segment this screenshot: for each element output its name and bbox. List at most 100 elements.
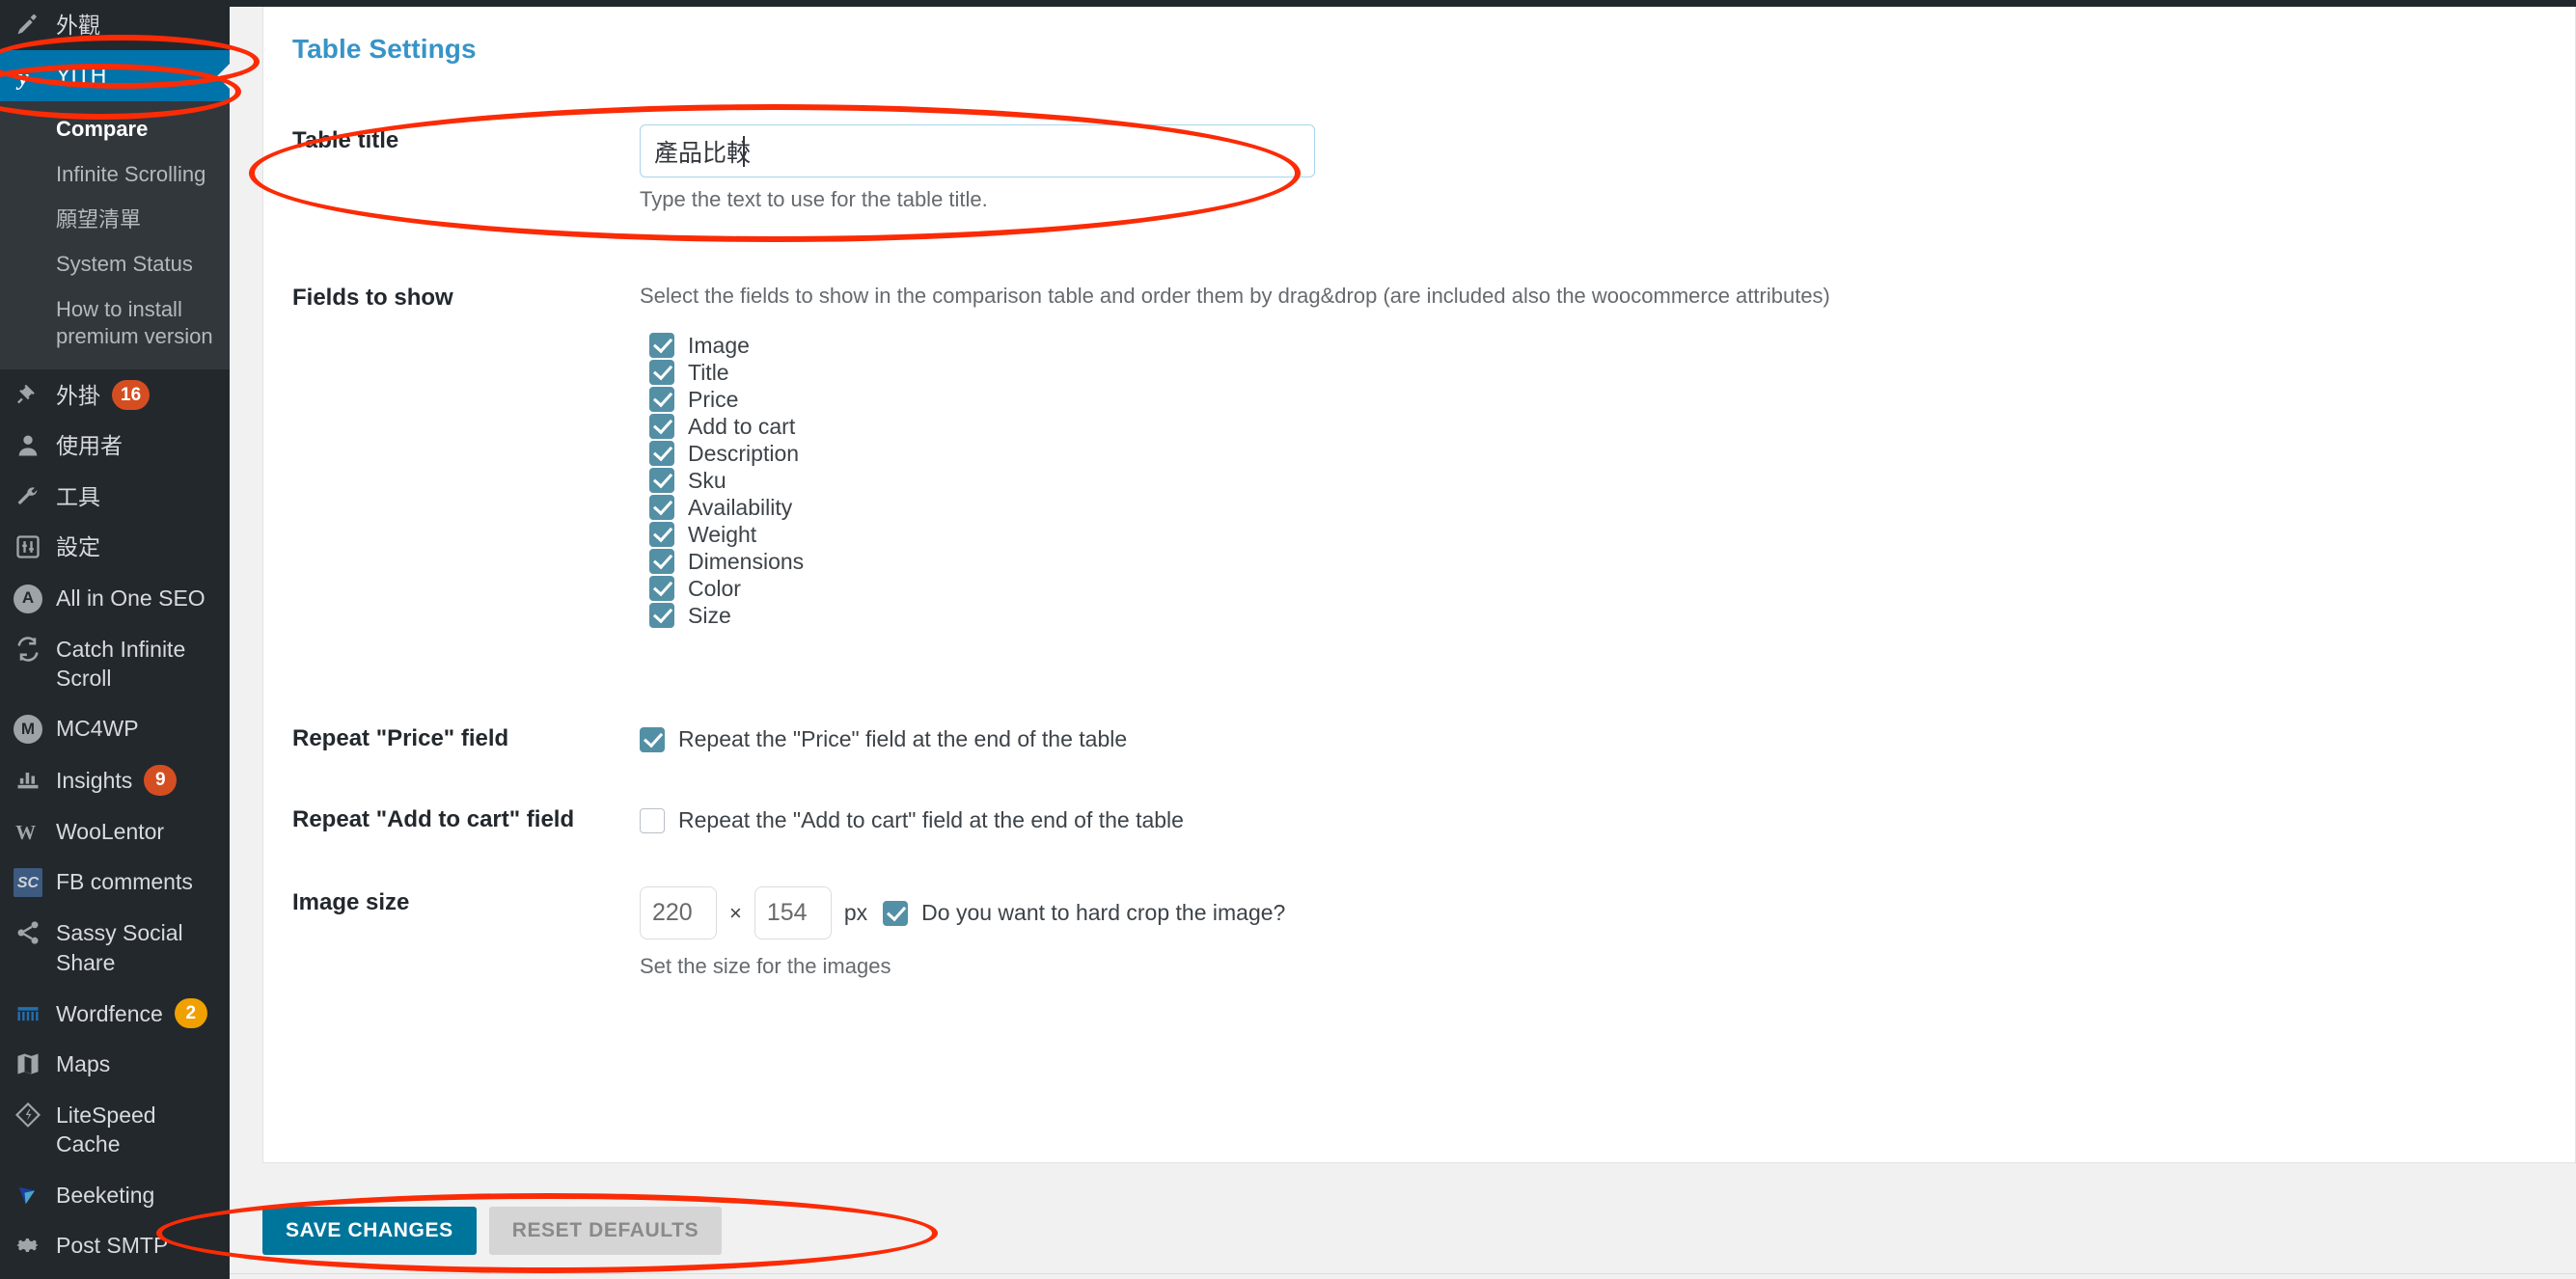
hard-crop-label: Do you want to hard crop the image? (921, 900, 1286, 925)
setting-row-fields-to-show: Fields to show Select the fields to show… (263, 282, 2575, 629)
sidebar-item-label: FB comments (56, 869, 193, 895)
repeat-price-option[interactable]: Repeat the "Price" field at the end of t… (640, 722, 2575, 752)
sidebar-item-mc4wp[interactable]: M MC4WP (0, 703, 230, 754)
submenu-item-label: 願望清單 (56, 206, 142, 231)
sidebar-item-maps[interactable]: Maps (0, 1039, 230, 1089)
sidebar-item-label: Insights (56, 768, 133, 794)
reset-defaults-button[interactable]: RESET DEFAULTS (488, 1207, 723, 1255)
settings-panel: Table Settings Table title Type the text… (262, 7, 2576, 1163)
sidebar-item-insights[interactable]: Insights 9 (0, 754, 230, 806)
checkbox-hard-crop[interactable] (883, 900, 909, 926)
refresh-cycle-icon (0, 635, 56, 663)
sidebar-item-sassy-social-share[interactable]: Sassy Social Share (0, 908, 230, 988)
insights-badge: 9 (144, 765, 178, 796)
list-item-label: Add to cart (688, 413, 796, 439)
setting-row-table-title: Table title Type the text to use for the… (263, 124, 2575, 212)
sidebar-item-label: YITH (56, 63, 107, 89)
checkbox-color[interactable] (649, 576, 674, 601)
settings-sliders-icon (0, 532, 56, 560)
maps-icon (0, 1049, 56, 1077)
list-item[interactable]: Sku (649, 467, 2575, 494)
checkbox-repeat-price[interactable] (640, 726, 665, 752)
list-item[interactable]: Image (649, 332, 2575, 359)
sidebar-item-label: 工具 (56, 483, 100, 509)
checkbox-dimensions[interactable] (649, 549, 674, 574)
repeat-price-checkbox-label: Repeat the "Price" field at the end of t… (678, 726, 1128, 751)
list-item[interactable]: Size (649, 602, 2575, 629)
checkbox-price[interactable] (649, 387, 674, 412)
sidebar-item-yith[interactable]: y YITH (0, 50, 230, 102)
fb-comments-sc-icon: SC (0, 867, 56, 898)
post-smtp-gear-icon (0, 1231, 56, 1259)
sidebar-item-tools[interactable]: 工具 (0, 472, 230, 522)
footer-button-bar: SAVE CHANGES RESET DEFAULTS (262, 1207, 723, 1255)
sidebar-item-users[interactable]: 使用者 (0, 421, 230, 471)
checkbox-image[interactable] (649, 333, 674, 358)
sidebar-item-beeketing[interactable]: Beeketing (0, 1170, 230, 1220)
table-title-label: Table title (292, 127, 399, 153)
save-changes-button[interactable]: SAVE CHANGES (262, 1207, 477, 1255)
sidebar-item-plugins[interactable]: 外掛 16 (0, 369, 230, 422)
sidebar-item-all-in-one-seo[interactable]: A All in One SEO (0, 573, 230, 624)
repeat-add-to-cart-option[interactable]: Repeat the "Add to cart" field at the en… (640, 803, 2575, 833)
sidebar-item-litespeed-cache[interactable]: LiteSpeed Cache (0, 1090, 230, 1170)
sidebar-item-settings[interactable]: 設定 (0, 522, 230, 572)
setting-row-repeat-add-to-cart: Repeat "Add to cart" field Repeat the "A… (263, 803, 2575, 833)
checkbox-description[interactable] (649, 441, 674, 466)
yith-submenu: Compare Infinite Scrolling 願望清單 System S… (0, 101, 230, 369)
sidebar-item-label: LiteSpeed Cache (56, 1102, 156, 1157)
setting-row-repeat-price: Repeat "Price" field Repeat the "Price" … (263, 722, 2575, 752)
image-size-label: Image size (292, 889, 410, 915)
list-item[interactable]: Price (649, 386, 2575, 413)
list-item-label: Description (688, 440, 800, 466)
checkbox-weight[interactable] (649, 522, 674, 547)
list-item-label: Sku (688, 467, 726, 493)
checkbox-availability[interactable] (649, 495, 674, 520)
sidebar-item-label: Catch Infinite Scroll (56, 636, 186, 691)
list-item[interactable]: Color (649, 575, 2575, 602)
footer-divider (230, 1273, 2576, 1274)
sidebar-item-woolentor[interactable]: W WooLentor (0, 806, 230, 857)
table-title-input[interactable] (640, 124, 1315, 177)
sidebar-item-label: WooLentor (56, 818, 165, 844)
list-item[interactable]: Availability (649, 494, 2575, 521)
repeat-price-label: Repeat "Price" field (292, 725, 509, 751)
sidebar-item-fb-comments[interactable]: SC FB comments (0, 857, 230, 908)
svg-text:y: y (15, 66, 29, 91)
list-item[interactable]: Dimensions (649, 548, 2575, 575)
list-item[interactable]: Description (649, 440, 2575, 467)
sidebar-item-wordfence[interactable]: Wordfence 2 (0, 988, 230, 1040)
size-separator: × (729, 900, 742, 925)
sidebar-item-collapse-menu[interactable]: 收合選單 (0, 1270, 230, 1279)
sidebar-item-label: 外觀 (56, 13, 100, 38)
sidebar-item-catch-infinite-scroll[interactable]: Catch Infinite Scroll (0, 624, 230, 704)
submenu-item-label: Compare (56, 117, 149, 142)
sidebar-item-infinite-scrolling[interactable]: Infinite Scrolling (0, 152, 230, 198)
sidebar-item-system-status[interactable]: System Status (0, 242, 230, 287)
list-item[interactable]: Add to cart (649, 413, 2575, 440)
checkbox-repeat-add-to-cart[interactable] (640, 807, 665, 833)
image-height-input[interactable] (754, 886, 832, 939)
checkbox-title[interactable] (649, 360, 674, 385)
list-item-label: Weight (688, 521, 757, 547)
image-width-input[interactable] (640, 886, 717, 939)
text-cursor (743, 136, 745, 167)
sidebar-item-compare[interactable]: Compare (0, 107, 230, 152)
checkbox-sku[interactable] (649, 468, 674, 493)
sidebar-item-label: 設定 (56, 534, 100, 560)
sidebar-item-post-smtp[interactable]: Post SMTP (0, 1220, 230, 1270)
sidebar-item-wishlist[interactable]: 願望清單 (0, 198, 230, 243)
plugins-update-badge: 16 (112, 379, 151, 411)
insights-icon (0, 765, 56, 793)
list-item[interactable]: Title (649, 359, 2575, 386)
checkbox-add-to-cart[interactable] (649, 414, 674, 439)
tools-wrench-icon (0, 482, 56, 510)
sidebar-item-label: Maps (56, 1051, 111, 1077)
list-item[interactable]: Weight (649, 521, 2575, 548)
sidebar-item-how-to-install-premium[interactable]: How to install premium version (0, 287, 230, 360)
fields-checkbox-list: Image Title Price Add to cart Descriptio… (649, 332, 2575, 629)
checkbox-size[interactable] (649, 603, 674, 628)
woolentor-w-icon: W (0, 817, 56, 845)
share-nodes-icon (0, 918, 56, 946)
sidebar-item-appearance[interactable]: 外觀 (0, 0, 230, 50)
